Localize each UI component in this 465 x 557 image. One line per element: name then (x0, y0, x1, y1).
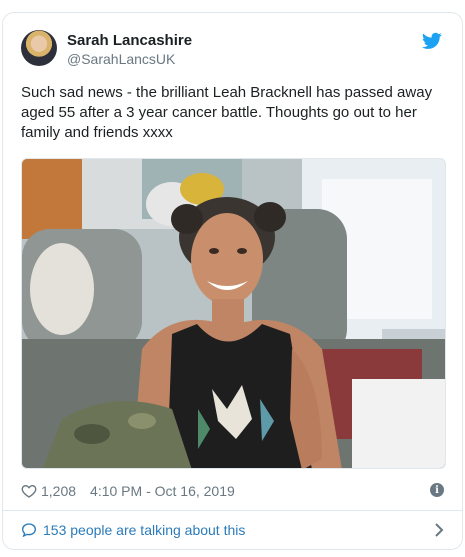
chevron-right-icon[interactable] (434, 522, 444, 538)
author-handle[interactable]: @SarahLancsUK (67, 50, 192, 68)
footer-divider (3, 510, 462, 511)
tweet-meta: 1,208 4:10 PM - Oct 16, 2019 i (21, 481, 444, 501)
twitter-bird-icon[interactable] (422, 32, 442, 50)
heart-icon[interactable] (21, 483, 37, 499)
speech-bubble-icon (21, 523, 37, 538)
author-avatar[interactable] (21, 30, 57, 66)
tweet-embed-card: Sarah Lancashire @SarahLancsUK Such sad … (2, 12, 463, 550)
info-icon[interactable]: i (430, 483, 444, 497)
like-count[interactable]: 1,208 (41, 483, 76, 499)
author-names[interactable]: Sarah Lancashire @SarahLancsUK (67, 31, 192, 68)
tweet-text: Such sad news - the brilliant Leah Brack… (21, 84, 433, 141)
tweet-timestamp[interactable]: 4:10 PM - Oct 16, 2019 (90, 483, 235, 499)
tweet-header: Sarah Lancashire @SarahLancsUK (21, 30, 446, 70)
conversation-label[interactable]: 153 people are talking about this (43, 522, 245, 538)
conversation-link[interactable]: 153 people are talking about this (21, 517, 444, 543)
photo-illustration (22, 159, 445, 468)
tweet-photo[interactable] (21, 158, 446, 469)
author-display-name[interactable]: Sarah Lancashire (67, 31, 192, 50)
